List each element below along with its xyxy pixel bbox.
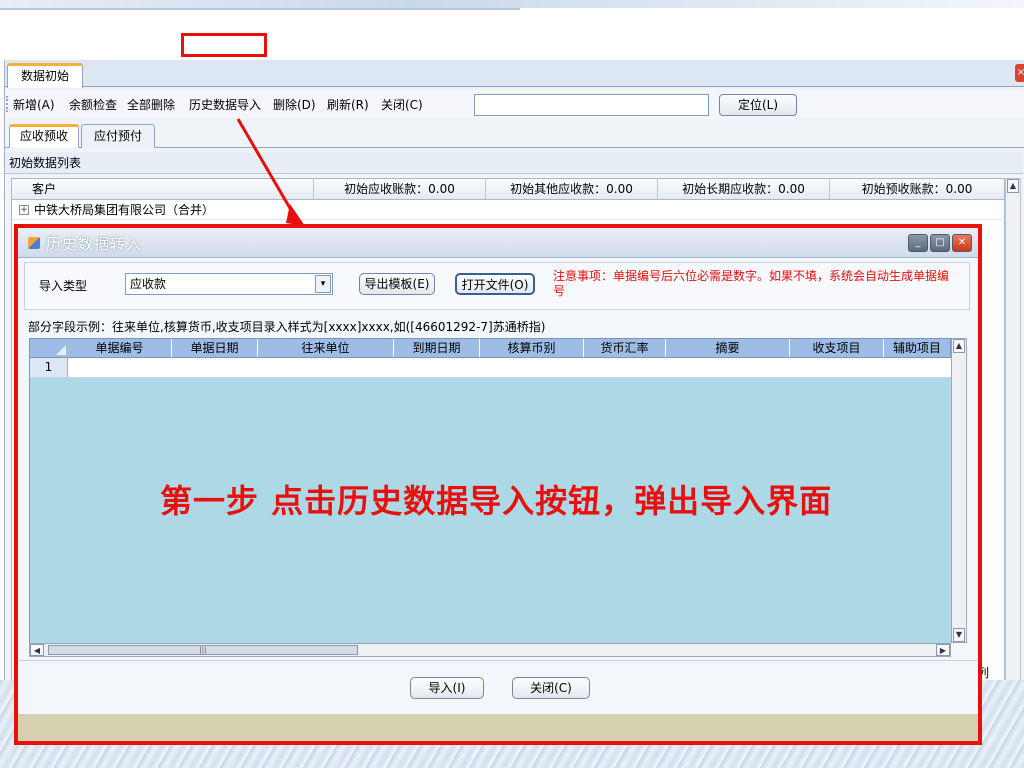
maximize-icon[interactable]: □ <box>930 234 950 252</box>
list-caption: 初始数据列表 <box>5 152 1023 174</box>
scroll-right-icon[interactable]: ▶ <box>936 644 950 656</box>
search-input[interactable] <box>474 94 709 116</box>
column-doc-number[interactable]: 单据编号 <box>68 339 172 357</box>
sub-tab-bar: 应收预收 应付预付 <box>5 120 1024 148</box>
tab-receivable[interactable]: 应收预收 <box>9 124 79 148</box>
document-tab-bar: 数据初始 × <box>5 60 1024 88</box>
scroll-up-icon[interactable]: ▲ <box>953 339 965 353</box>
select-all-corner[interactable] <box>30 339 68 357</box>
dialog-status-bar <box>18 714 978 741</box>
column-receivable[interactable]: 初始应收账款：0.00 <box>314 179 486 199</box>
add-button[interactable]: 新增(A) <box>13 96 55 113</box>
history-import-dialog: 历史数据转入 _ □ ✕ 导入类型 应收款 ▾ 导出模板(E) 打开文件(O) … <box>14 224 982 745</box>
locate-button[interactable]: 定位(L) <box>719 94 797 116</box>
column-due-date[interactable]: 到期日期 <box>394 339 480 357</box>
close-button[interactable]: 关闭(C) <box>381 96 423 113</box>
dialog-title: 历史数据转入 <box>46 235 143 253</box>
tab-data-init[interactable]: 数据初始 <box>7 63 83 88</box>
annotation-highlight-box <box>181 33 267 57</box>
column-counterparty[interactable]: 往来单位 <box>258 339 394 357</box>
dialog-footer: 导入(I) 关闭(C) <box>18 660 978 710</box>
slide-top-line <box>0 8 520 10</box>
import-grid-vertical-scrollbar[interactable]: ▲ ▼ <box>951 338 967 643</box>
row-number[interactable]: 1 <box>30 358 68 377</box>
slide-top-band <box>0 0 1024 8</box>
expand-icon[interactable]: + <box>19 205 29 215</box>
list-vertical-scrollbar[interactable]: ▲ ▼ <box>1005 178 1021 708</box>
open-file-button[interactable]: 打开文件(O) <box>455 273 535 295</box>
history-import-button[interactable]: 历史数据导入 <box>189 96 261 113</box>
table-row[interactable]: + 中铁大桥局集团有限公司（合并） <box>12 200 1006 220</box>
close-icon[interactable]: × <box>1015 64 1024 82</box>
annotation-step-text: 第一步 点击历史数据导入按钮，弹出导入界面 <box>160 482 833 520</box>
refresh-button[interactable]: 刷新(R) <box>327 96 369 113</box>
column-aux-item[interactable]: 辅助项目 <box>884 339 950 357</box>
import-type-select[interactable]: 应收款 ▾ <box>125 273 333 295</box>
column-summary[interactable]: 摘要 <box>666 339 790 357</box>
column-customer[interactable]: 客户 <box>12 179 314 199</box>
minimize-icon[interactable]: _ <box>908 234 928 252</box>
delete-button[interactable]: 删除(D) <box>273 96 316 113</box>
close-icon[interactable]: ✕ <box>952 234 972 252</box>
list-grid-header: 客户 初始应收账款：0.00 初始其他应收款：0.00 初始长期应收款：0.00… <box>11 178 1005 200</box>
column-doc-date[interactable]: 单据日期 <box>172 339 258 357</box>
note-text: 注意事项：单据编号后六位必需是数字。如果不填，系统会自动生成单据编号 <box>553 269 950 298</box>
dialog-close-button[interactable]: 关闭(C) <box>512 677 590 699</box>
dialog-filter-panel: 导入类型 应收款 ▾ 导出模板(E) 打开文件(O) 注意事项：单据编号后六位必… <box>24 262 970 310</box>
import-grid-header: 单据编号 单据日期 往来单位 到期日期 核算币别 货币汇率 摘要 收支项目 辅助… <box>29 338 951 358</box>
dialog-title-bar[interactable]: 历史数据转入 _ □ ✕ <box>18 228 978 258</box>
import-grid-horizontal-scrollbar[interactable]: ◀ ||| ▶ <box>29 643 951 657</box>
field-example-hint: 部分字段示例：往来单位,核算货币,收支项目录入样式为[xxxx]xxxx,如([… <box>28 320 546 334</box>
table-row[interactable]: 1 <box>29 358 951 378</box>
column-advance-receipt[interactable]: 初始预收账款：0.00 <box>830 179 1004 199</box>
scroll-left-icon[interactable]: ◀ <box>30 644 44 656</box>
scroll-down-icon[interactable]: ▼ <box>953 628 965 642</box>
app-icon <box>28 237 40 249</box>
import-type-value: 应收款 <box>130 277 167 291</box>
scroll-up-icon[interactable]: ▲ <box>1007 179 1019 193</box>
column-exchange-rate[interactable]: 货币汇率 <box>584 339 666 357</box>
column-revenue-item[interactable]: 收支项目 <box>790 339 884 357</box>
balance-check-button[interactable]: 余额检查 <box>69 96 117 113</box>
column-other-receivable[interactable]: 初始其他应收款：0.00 <box>486 179 658 199</box>
export-template-button[interactable]: 导出模板(E) <box>359 273 435 295</box>
import-button[interactable]: 导入(I) <box>410 677 484 699</box>
tab-payable[interactable]: 应付预付 <box>81 124 155 148</box>
toolbar-grip[interactable] <box>6 96 8 112</box>
delete-all-button[interactable]: 全部删除 <box>127 96 175 113</box>
column-long-term-receivable[interactable]: 初始长期应收款：0.00 <box>658 179 830 199</box>
customer-name: 中铁大桥局集团有限公司（合并） <box>34 203 215 217</box>
import-type-label: 导入类型 <box>39 279 88 293</box>
chevron-down-icon[interactable]: ▾ <box>315 275 331 293</box>
column-currency[interactable]: 核算币别 <box>480 339 584 357</box>
scroll-thumb[interactable]: ||| <box>48 645 358 655</box>
